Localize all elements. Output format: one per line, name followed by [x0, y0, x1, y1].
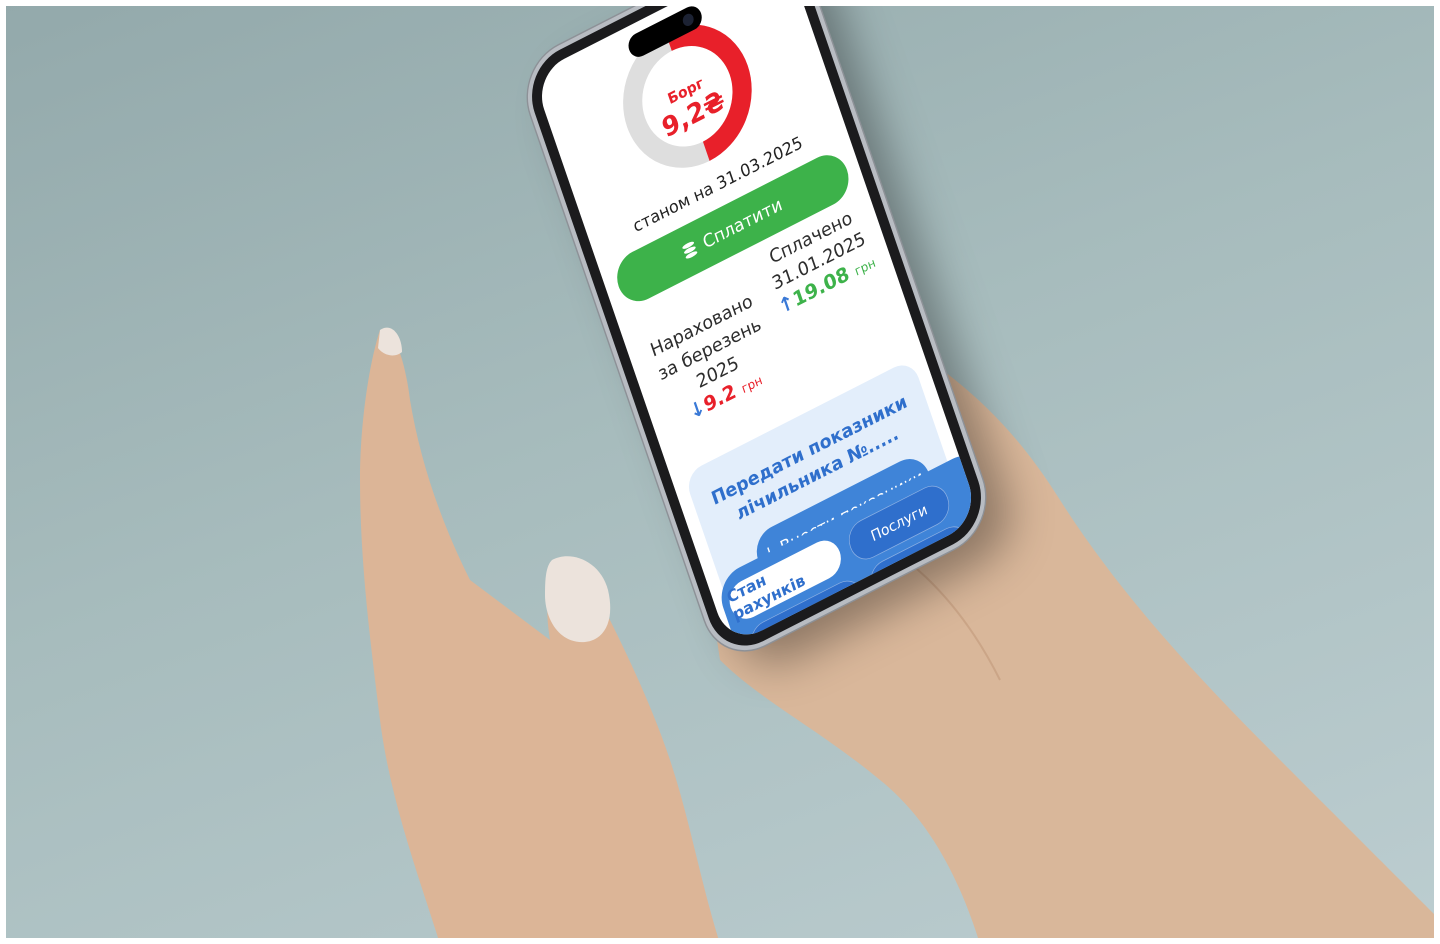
left-hand-illustration	[360, 327, 720, 944]
